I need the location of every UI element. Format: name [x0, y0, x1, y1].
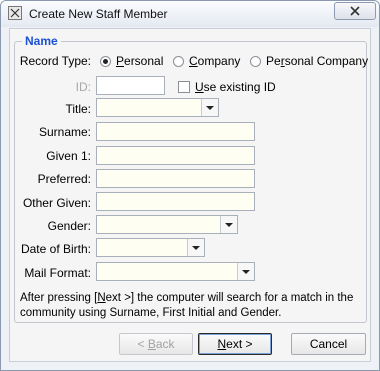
use-existing-id-box[interactable]: [178, 81, 190, 93]
chevron-down-icon: [242, 270, 250, 274]
use-existing-id-checkbox[interactable]: Use existing ID: [178, 80, 276, 94]
radio-personal-company[interactable]: Personal Company: [250, 54, 368, 68]
radio-company-label: Company: [189, 54, 241, 68]
radio-personal-company-dot[interactable]: [250, 55, 261, 67]
radio-personal[interactable]: Personal: [100, 54, 163, 68]
mail-format-select[interactable]: [96, 262, 255, 281]
gender-dropdown-arrow[interactable]: [220, 216, 237, 233]
search-info-text: After pressing [Next >] the computer wil…: [20, 292, 354, 319]
close-icon: [350, 6, 360, 16]
surname-input[interactable]: [96, 122, 255, 141]
mail-format-dropdown-arrow[interactable]: [237, 263, 254, 280]
chevron-down-icon: [192, 246, 200, 250]
radio-personal-label: Personal: [116, 54, 164, 68]
next-button[interactable]: Next >: [198, 333, 272, 355]
given1-input[interactable]: [96, 146, 255, 165]
given1-label: Given 1:: [46, 149, 91, 163]
title-select[interactable]: [96, 98, 219, 117]
gender-select[interactable]: [96, 215, 238, 234]
other-given-label: Other Given:: [22, 196, 91, 210]
radio-company-dot[interactable]: [173, 55, 184, 67]
title-dropdown-arrow[interactable]: [201, 99, 218, 116]
cancel-button[interactable]: Cancel: [291, 333, 366, 355]
id-input[interactable]: [96, 76, 165, 95]
title-label: Title:: [65, 102, 91, 116]
title-bar: Create New Staff Member: [1, 1, 379, 27]
dob-label: Date of Birth:: [20, 242, 91, 256]
preferred-label: Preferred:: [37, 172, 91, 186]
preferred-input[interactable]: [96, 169, 255, 188]
group-title: Name: [22, 34, 61, 48]
back-button[interactable]: < Back: [119, 333, 193, 355]
id-label: ID:: [75, 80, 91, 94]
radio-personal-dot[interactable]: [100, 55, 111, 67]
dob-select[interactable]: [96, 238, 205, 257]
radio-personal-company-label: Personal Company: [266, 54, 369, 68]
use-existing-id-label: Use existing ID: [195, 80, 276, 94]
other-given-input[interactable]: [96, 192, 255, 211]
radio-company[interactable]: Company: [173, 54, 240, 68]
dob-dropdown-arrow[interactable]: [187, 239, 204, 256]
chevron-down-icon: [206, 106, 214, 110]
gender-label: Gender:: [47, 219, 91, 233]
window-title: Create New Staff Member: [29, 7, 168, 21]
surname-label: Surname:: [38, 125, 91, 139]
record-type-label: Record Type:: [19, 54, 91, 68]
close-button[interactable]: [334, 2, 376, 20]
app-icon: [8, 6, 22, 20]
mail-format-label: Mail Format:: [24, 266, 91, 280]
chevron-down-icon: [225, 223, 233, 227]
